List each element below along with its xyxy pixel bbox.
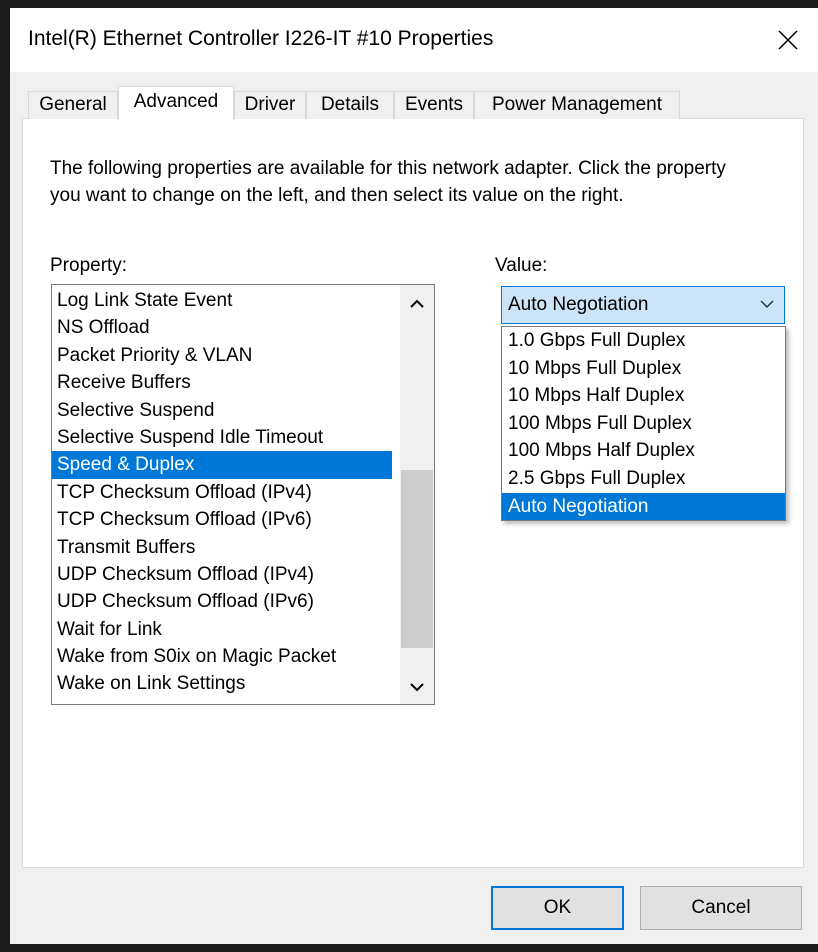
list-item[interactable]: TCP Checksum Offload (IPv4)	[52, 479, 392, 506]
value-label: Value:	[495, 255, 548, 276]
chevron-up-icon	[410, 299, 424, 308]
close-icon	[778, 30, 798, 50]
combo-selected-value: Auto Negotiation	[508, 294, 649, 315]
chevron-down-icon	[760, 300, 774, 309]
scroll-down-button[interactable]	[400, 672, 434, 702]
list-item[interactable]: Receive Buffers	[52, 369, 392, 396]
list-item[interactable]: Selective Suspend	[52, 397, 392, 424]
properties-dialog: Intel(R) Ethernet Controller I226-IT #10…	[10, 8, 818, 944]
property-label: Property:	[50, 255, 128, 276]
list-item[interactable]: Selective Suspend Idle Timeout	[52, 424, 392, 451]
list-item[interactable]: Transmit Buffers	[52, 534, 392, 561]
dropdown-option[interactable]: 100 Mbps Full Duplex	[502, 410, 785, 438]
value-combobox[interactable]: Auto Negotiation	[501, 286, 785, 324]
dropdown-option[interactable]: 100 Mbps Half Duplex	[502, 437, 785, 465]
list-item[interactable]: UDP Checksum Offload (IPv6)	[52, 588, 392, 615]
list-item-selected[interactable]: Speed & Duplex	[52, 451, 392, 479]
list-item[interactable]: Wait for Link	[52, 616, 392, 643]
list-item[interactable]: Log Link State Event	[52, 287, 392, 314]
dropdown-option[interactable]: 1.0 Gbps Full Duplex	[502, 327, 785, 355]
ok-button[interactable]: OK	[491, 886, 624, 930]
tab-advanced[interactable]: Advanced	[118, 86, 234, 120]
dropdown-option[interactable]: 2.5 Gbps Full Duplex	[502, 465, 785, 493]
list-item[interactable]: Wake from S0ix on Magic Packet	[52, 643, 392, 670]
chevron-down-icon	[410, 683, 424, 692]
vertical-scrollbar[interactable]	[400, 285, 434, 704]
list-item[interactable]: Packet Priority & VLAN	[52, 342, 392, 369]
scroll-thumb[interactable]	[401, 470, 433, 648]
title-bar: Intel(R) Ethernet Controller I226-IT #10…	[10, 8, 818, 72]
cancel-button[interactable]: Cancel	[640, 886, 802, 930]
property-listbox[interactable]: Log Link State Event NS Offload Packet P…	[51, 284, 435, 705]
tab-driver[interactable]: Driver	[234, 91, 306, 119]
dropdown-option-selected[interactable]: Auto Negotiation	[502, 492, 785, 521]
tab-general[interactable]: General	[28, 91, 118, 119]
dropdown-option[interactable]: 10 Mbps Half Duplex	[502, 382, 785, 410]
window-title: Intel(R) Ethernet Controller I226-IT #10…	[28, 27, 494, 50]
list-item[interactable]: Wake on Link Settings	[52, 670, 392, 697]
list-item[interactable]: TCP Checksum Offload (IPv6)	[52, 506, 392, 533]
tab-power-management[interactable]: Power Management	[474, 91, 680, 119]
scroll-up-button[interactable]	[400, 289, 434, 319]
list-item[interactable]: NS Offload	[52, 314, 392, 341]
description-text: The following properties are available f…	[50, 158, 726, 206]
tab-events[interactable]: Events	[394, 91, 474, 119]
dropdown-option[interactable]: 10 Mbps Full Duplex	[502, 355, 785, 383]
list-item[interactable]: UDP Checksum Offload (IPv4)	[52, 561, 392, 588]
value-dropdown-list[interactable]: 1.0 Gbps Full Duplex 10 Mbps Full Duplex…	[501, 326, 786, 522]
tab-details[interactable]: Details	[306, 91, 394, 119]
close-button[interactable]	[758, 8, 818, 72]
